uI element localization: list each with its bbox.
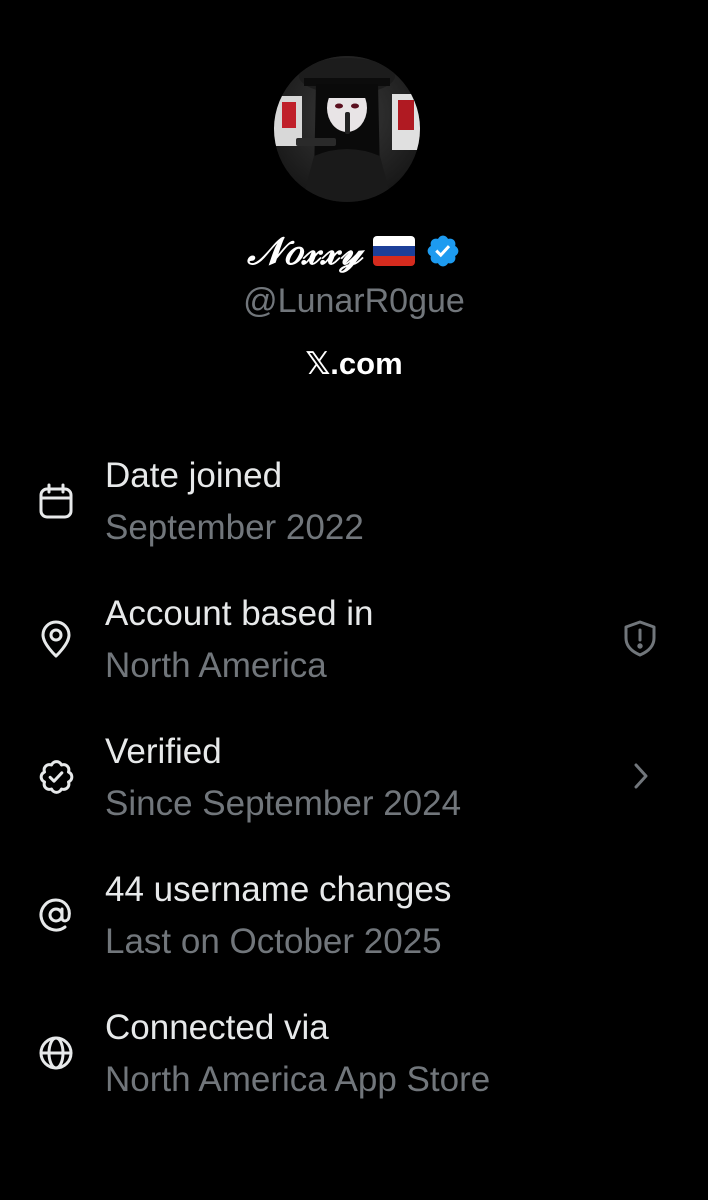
shield-alert-icon[interactable] bbox=[620, 618, 660, 658]
row-title: Verified bbox=[105, 732, 222, 771]
profile-header: 𝒩𝑜𝓍𝓍𝓎 @LunarR0gue 𝕏.com bbox=[0, 0, 708, 420]
display-name: 𝒩𝑜𝓍𝓍𝓎 bbox=[247, 228, 363, 273]
row-subtitle: September 2022 bbox=[105, 508, 364, 547]
info-row-date-joined: Date joined September 2022 bbox=[0, 448, 708, 558]
verified-check-icon bbox=[36, 757, 76, 797]
globe-icon bbox=[36, 1033, 76, 1073]
avatar[interactable] bbox=[274, 56, 420, 202]
info-row-connected-via: Connected via North America App Store bbox=[0, 1000, 708, 1110]
calendar-icon bbox=[36, 481, 76, 521]
name-row: 𝒩𝑜𝓍𝓍𝓎 bbox=[0, 226, 708, 276]
info-row-verified[interactable]: Verified Since September 2024 bbox=[0, 724, 708, 834]
row-subtitle: North America App Store bbox=[105, 1060, 491, 1099]
chevron-right-icon[interactable] bbox=[620, 756, 660, 796]
row-title: Connected via bbox=[105, 1008, 329, 1047]
russia-flag-icon bbox=[372, 236, 415, 266]
verified-badge-icon[interactable] bbox=[425, 233, 461, 269]
at-sign-icon bbox=[36, 895, 76, 935]
site-label: 𝕏.com bbox=[305, 346, 403, 381]
row-subtitle: North America bbox=[105, 646, 327, 685]
row-title: 44 username changes bbox=[105, 870, 452, 909]
row-title: Account based in bbox=[105, 594, 374, 633]
info-row-username-changes: 44 username changes Last on October 2025 bbox=[0, 862, 708, 972]
row-subtitle: Last on October 2025 bbox=[105, 922, 442, 961]
row-subtitle: Since September 2024 bbox=[105, 784, 462, 823]
username-handle: @LunarR0gue bbox=[243, 282, 465, 320]
location-pin-icon bbox=[36, 619, 76, 659]
row-title: Date joined bbox=[105, 456, 283, 495]
info-row-account-based-in: Account based in North America bbox=[0, 586, 708, 696]
